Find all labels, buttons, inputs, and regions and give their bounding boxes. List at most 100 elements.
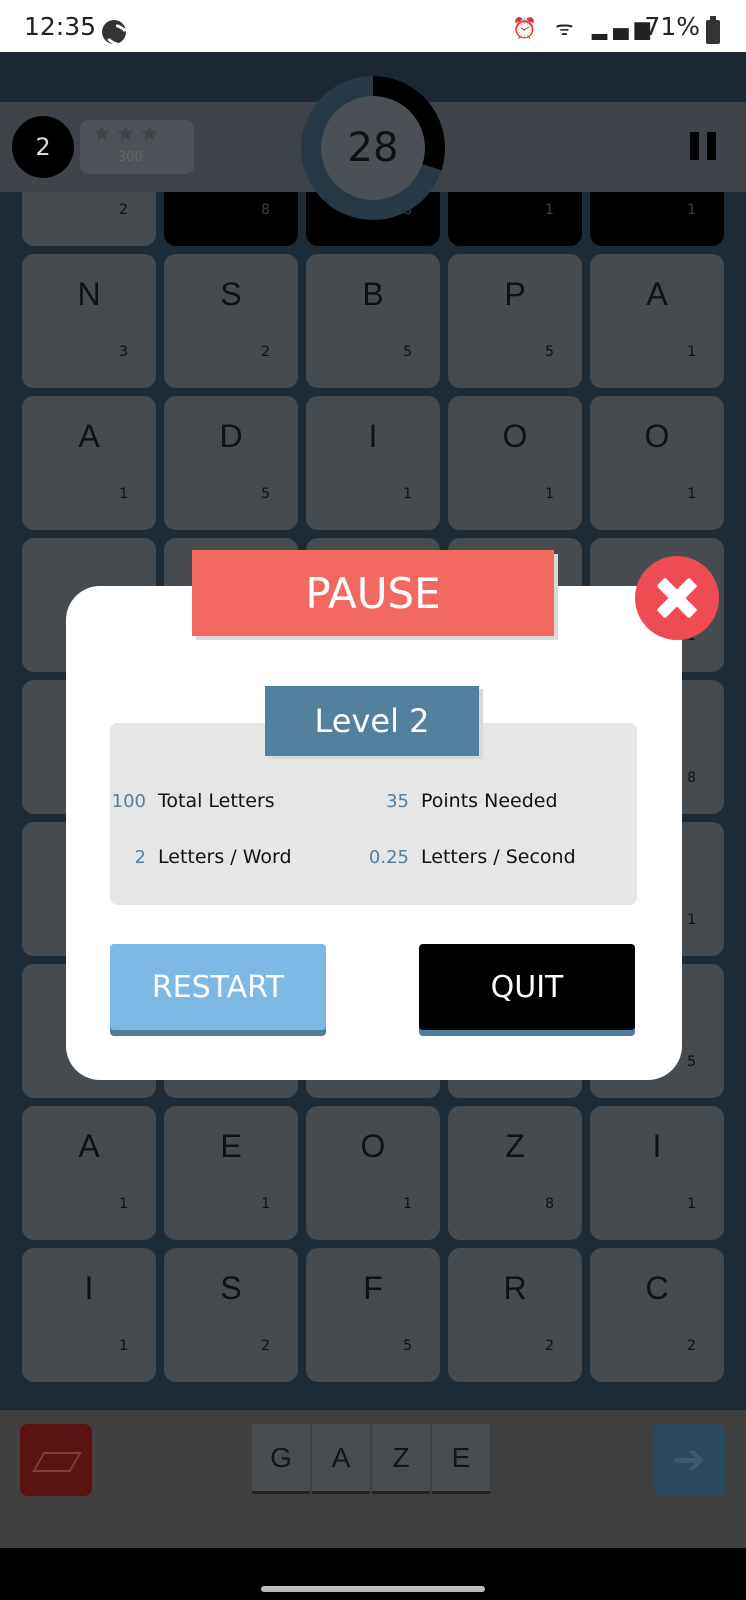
tile-points: 1 [687,1196,696,1212]
stat-total-letters: 100 Total Letters [86,790,275,812]
tile-letter: A [78,418,100,454]
tile-letter: N [77,276,101,312]
stat-points-needed: 35 Points Needed [349,790,558,812]
letter-tile[interactable]: S2 [164,254,298,388]
letter-tile[interactable]: A1 [590,254,724,388]
letter-tile[interactable]: I1 [590,1106,724,1240]
letter-tile[interactable]: D5 [164,396,298,530]
stat-label: Letters / Word [158,846,292,868]
tile-letter: A [78,1128,100,1164]
pause-icon[interactable] [690,132,716,160]
tile-letter: A [646,276,668,312]
stat-letters-per-word: 2 Letters / Word [86,846,292,868]
home-gesture-pill[interactable] [261,1586,485,1592]
tile-points: 8 [687,770,696,786]
tile-letter: S [220,1270,242,1306]
shazam-icon [102,20,126,44]
star-score: 300 [118,150,143,165]
tile-points: 8 [261,202,270,218]
level-indicator: 2 [12,116,74,178]
word-tile[interactable]: E [432,1424,490,1494]
word-tile[interactable]: Z [372,1424,430,1494]
eraser-icon[interactable] [20,1424,92,1496]
arrow-right-icon[interactable]: ➔ [653,1424,725,1496]
tile-letter: S [220,276,242,312]
letter-tile[interactable]: S2 [164,1248,298,1382]
tile-letter: D [219,418,243,454]
tile-points: 5 [403,1338,412,1354]
tile-letter: R [503,1270,527,1306]
quit-button[interactable]: QUIT [419,944,635,1030]
letter-tile[interactable]: I1 [306,396,440,530]
tile-points: 2 [119,202,128,218]
tile-points: 5 [545,344,554,360]
tile-points: 1 [403,1196,412,1212]
status-icons: ⏰ ᯤ ▂▄▆ [511,16,656,40]
tile-letter: C [645,1270,669,1306]
stat-label: Total Letters [158,790,275,812]
level-label: Level 2 [265,686,479,756]
tile-points: 5 [687,1054,696,1070]
word-tile[interactable]: G [252,1424,310,1494]
tile-letter: I [84,1270,94,1306]
stat-label: Points Needed [421,790,558,812]
letter-tile[interactable]: O1 [448,396,582,530]
letter-tile[interactable]: O1 [306,1106,440,1240]
tile-letter: Z [505,1128,525,1164]
stars-box: ★★★ 300 [80,120,194,174]
tile-points: 1 [403,486,412,502]
close-icon[interactable] [635,556,719,640]
battery-percent: 71% [644,12,700,41]
letter-tile[interactable]: Z8 [448,1106,582,1240]
tile-letter: O [502,418,528,454]
letter-tile[interactable]: A1 [22,1106,156,1240]
battery-icon [706,16,720,44]
stat-letters-per-second: 0.25 Letters / Second [349,846,576,868]
tile-points: 2 [545,1338,554,1354]
current-word: G A Z E [252,1424,490,1494]
stat-value: 0.25 [368,847,409,868]
tile-points: 1 [119,1196,128,1212]
word-tile[interactable]: A [312,1424,370,1494]
tile-letter: P [504,276,526,312]
tile-letter: I [368,418,378,454]
letter-tile[interactable]: R2 [448,1248,582,1382]
letter-tile[interactable]: B5 [306,254,440,388]
tile-points: 1 [119,1338,128,1354]
timer-value: 28 [321,96,425,200]
tile-letter: O [360,1128,386,1164]
tile-letter: I [652,1128,662,1164]
letter-tile[interactable]: A1 [22,396,156,530]
tile-points: 1 [687,486,696,502]
tile-points: 8 [545,1196,554,1212]
status-time: 12:35 [24,12,97,41]
letter-tile[interactable]: F5 [306,1248,440,1382]
stat-label: Letters / Second [421,846,576,868]
stat-value: 100 [111,791,146,812]
tile-points: 3 [119,344,128,360]
tile-points: 1 [119,486,128,502]
tile-points: 2 [687,1338,696,1354]
tile-points: 2 [261,344,270,360]
tile-points: 1 [687,202,696,218]
tile-letter: O [644,418,670,454]
letter-tile[interactable]: P5 [448,254,582,388]
letter-tile[interactable]: I1 [22,1248,156,1382]
tile-letter: F [363,1270,383,1306]
tile-points: 1 [261,1196,270,1212]
tile-letter: E [220,1128,242,1164]
restart-button[interactable]: RESTART [110,944,326,1030]
tile-points: 1 [687,912,696,928]
stat-value: 2 [134,847,146,868]
letter-tile[interactable]: O1 [590,396,724,530]
tile-points: 1 [545,202,554,218]
letter-tile[interactable]: E1 [164,1106,298,1240]
tile-letter: B [362,276,384,312]
letter-tile[interactable]: C2 [590,1248,724,1382]
tile-points: 1 [687,344,696,360]
pause-title: PAUSE [192,550,554,636]
tile-points: 1 [545,486,554,502]
navigation-bar [0,1548,746,1600]
letter-tile[interactable]: N3 [22,254,156,388]
status-bar: 12:35 ⏰ ᯤ ▂▄▆ 71% [0,0,746,52]
